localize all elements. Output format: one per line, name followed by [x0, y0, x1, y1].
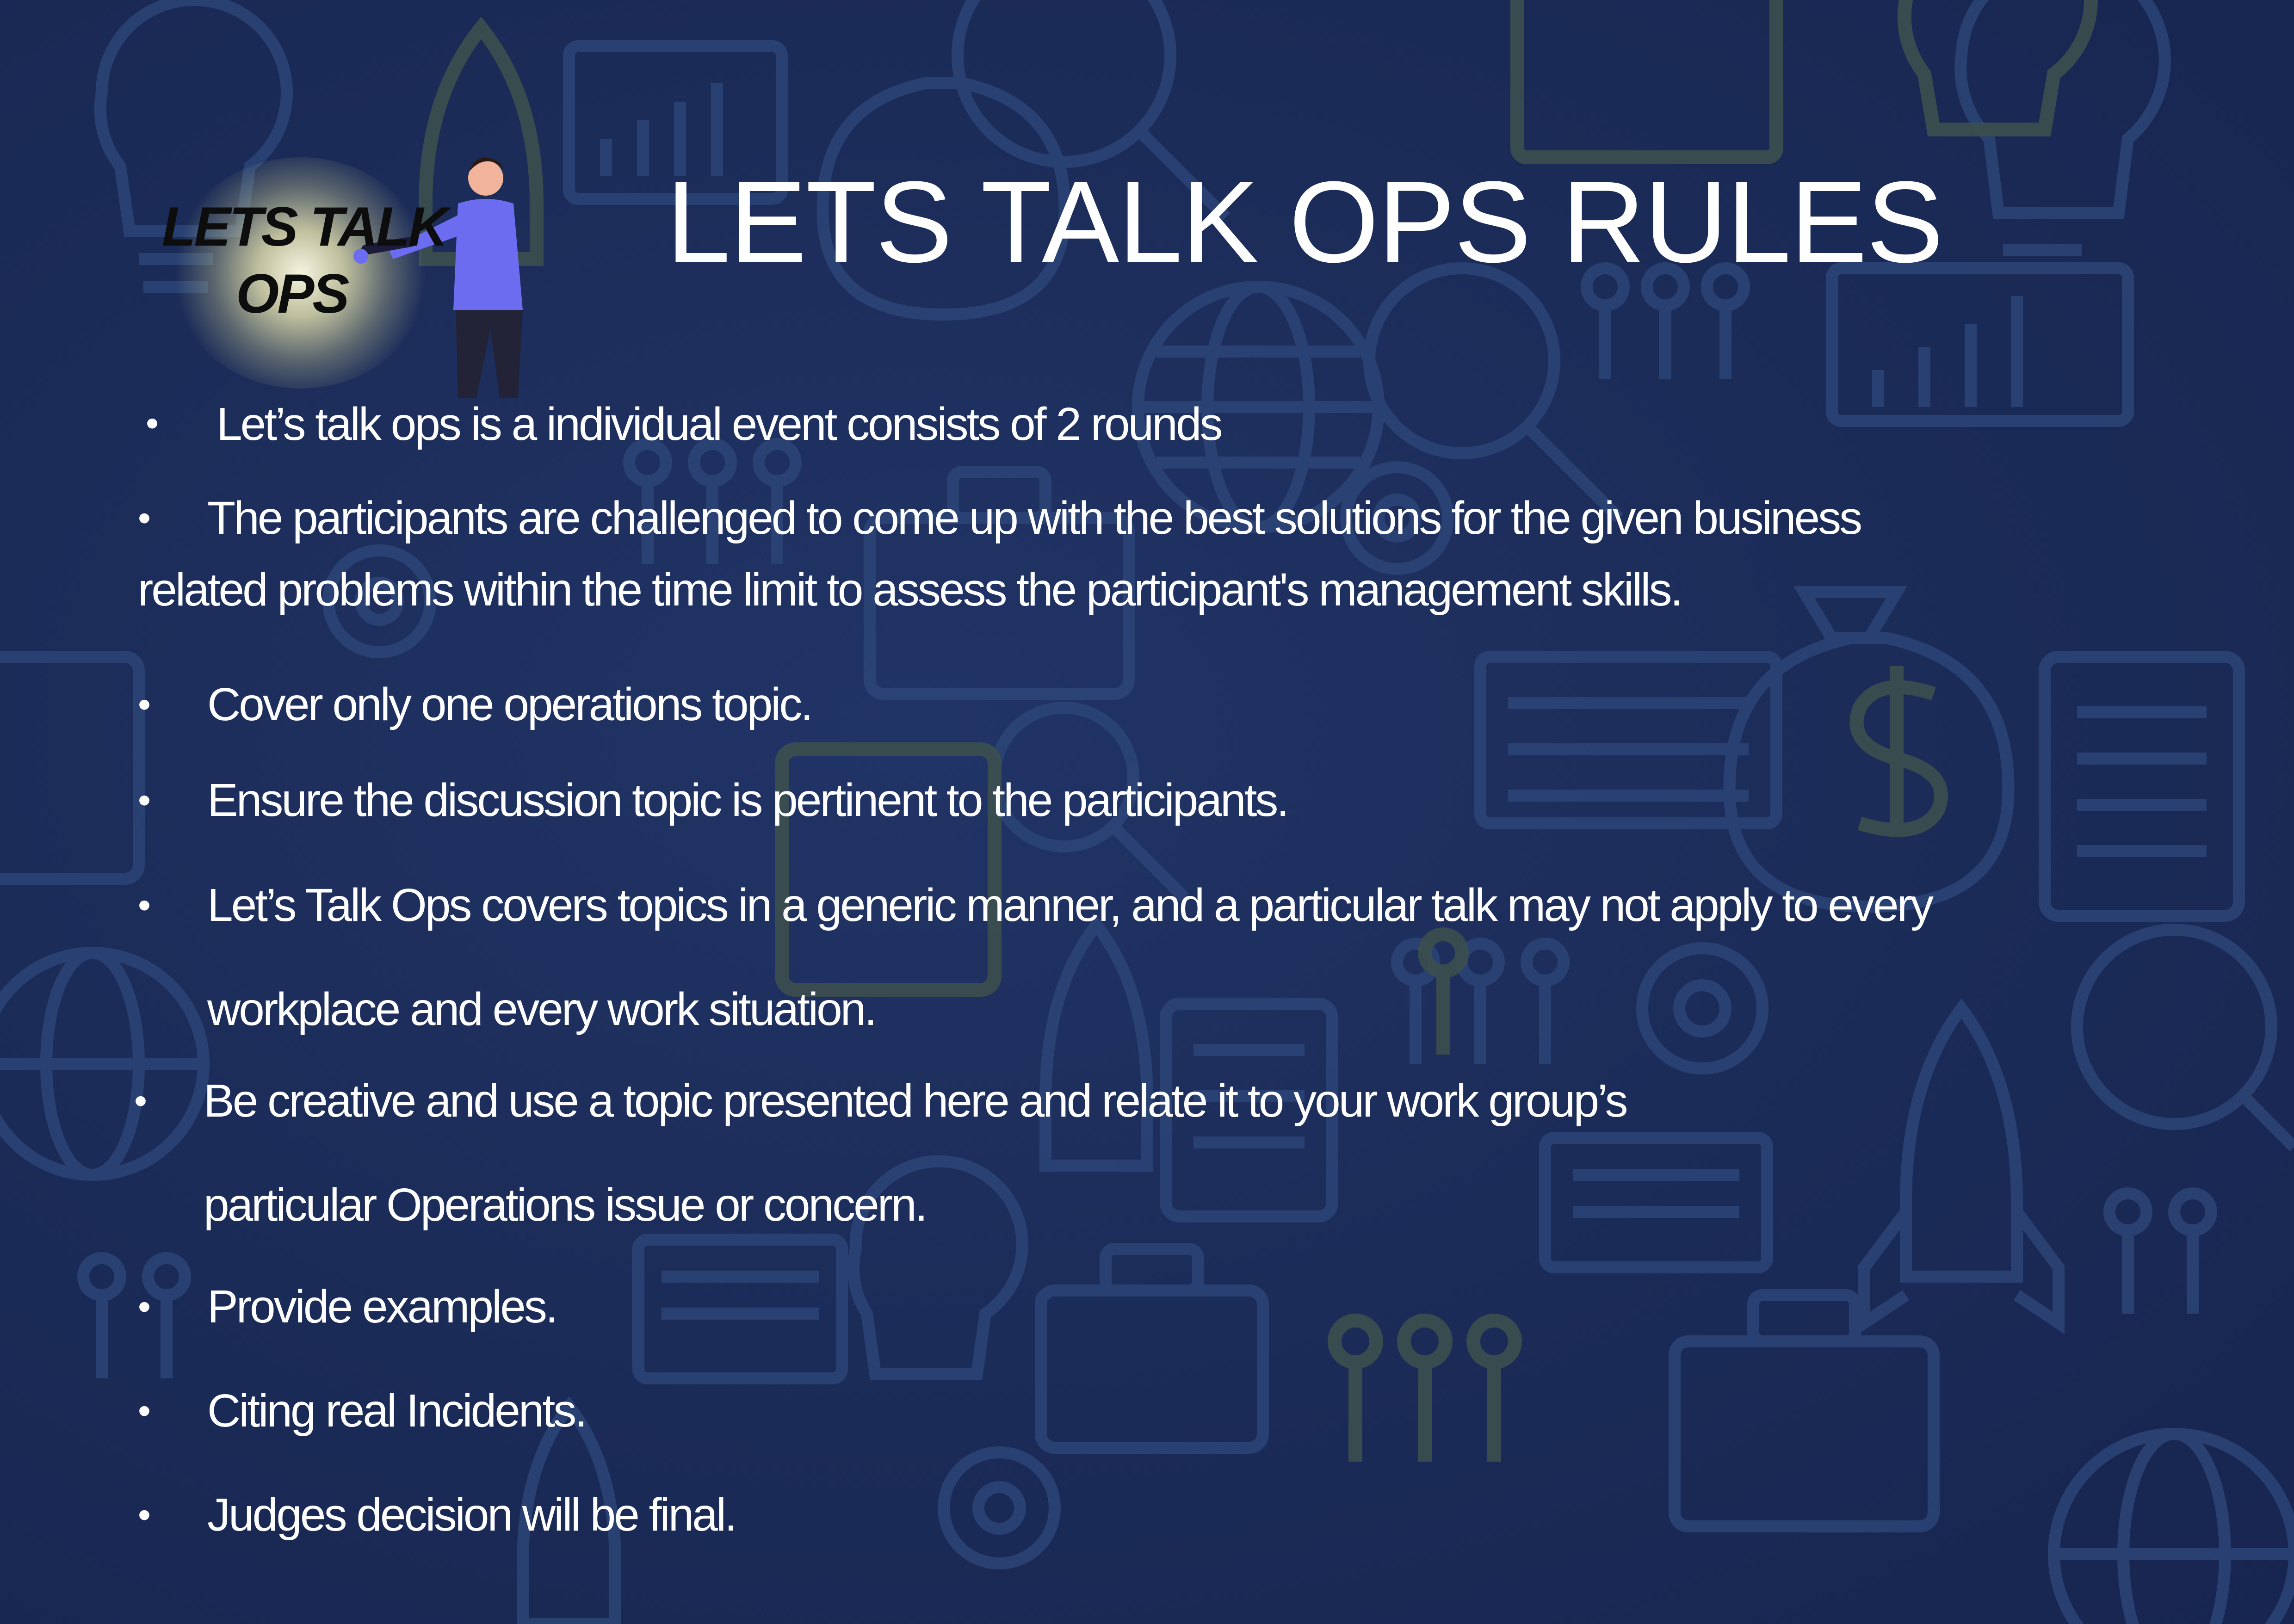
clipboard-icon	[0, 651, 145, 885]
rule-item-judges: Judges decision will be final.	[207, 1489, 737, 1541]
people-group-icon	[1328, 1314, 1522, 1462]
bullet-icon: •	[138, 1494, 151, 1535]
magnifier-icon	[1363, 262, 1624, 523]
rule-item-creative-line2: particular Operations issue or concern.	[204, 1179, 927, 1231]
page-title: LETS TALK OPS RULES	[666, 157, 1943, 286]
globe-icon	[0, 947, 210, 1181]
presenter-figure-icon	[353, 157, 523, 398]
rule-item-pertinent: Ensure the discussion topic is pertinent…	[207, 774, 1289, 826]
chart-board-icon	[1539, 1132, 1773, 1273]
magnifier-icon	[2071, 924, 2294, 1152]
rule-item-creative-line1: Be creative and use a topic presented he…	[204, 1075, 1628, 1127]
logo-text-line1: LETS TALK	[162, 196, 448, 258]
bullet-icon: •	[138, 884, 151, 926]
gear-icon	[1636, 942, 1768, 1074]
people-group-icon	[1418, 927, 1469, 1055]
clipboard-icon	[2039, 651, 2245, 922]
bullet-icon: •	[138, 497, 151, 538]
bullet-icon: •	[138, 684, 151, 725]
briefcase-icon	[1035, 1243, 1269, 1454]
rule-item-participants-line2: related problems within the time limit t…	[138, 564, 1683, 616]
bullet-icon: •	[134, 1080, 148, 1121]
rocket-icon	[1039, 915, 1153, 1172]
slide: LETS TALK OPS LETS TALK OPS RULES • Let’…	[0, 0, 2294, 1624]
dollar-icon	[1849, 666, 1948, 837]
gear-icon	[938, 1446, 1061, 1569]
bullet-icon: •	[138, 779, 151, 821]
rule-item-one-topic: Cover only one operations topic.	[207, 679, 813, 730]
rule-item-incidents: Citing real Incidents.	[207, 1385, 587, 1437]
rule-item-examples: Provide examples.	[207, 1281, 558, 1333]
event-logo: LETS TALK OPS	[116, 139, 550, 398]
rule-item-generic-line2: workplace and every work situation.	[207, 983, 877, 1035]
people-group-icon	[2103, 1187, 2217, 1314]
people-group-icon	[77, 1252, 191, 1378]
rocket-icon	[1858, 998, 2065, 1334]
lightbulb-icon	[1897, 0, 2098, 136]
chart-board-icon	[632, 1234, 848, 1384]
bullet-icon: •	[146, 402, 159, 444]
bullet-icon: •	[138, 1390, 151, 1431]
logo-text-line2: OPS	[236, 263, 349, 325]
globe-icon	[2048, 1428, 2294, 1624]
rule-item-rounds: Let’s talk ops is a individual event con…	[216, 398, 1223, 450]
bullet-icon: •	[138, 1286, 151, 1327]
rule-item-generic-line1: Let’s Talk Ops covers topics in a generi…	[207, 879, 1934, 931]
chart-board-icon	[1826, 262, 2134, 427]
board-icon	[1510, 0, 1783, 164]
briefcase-icon	[1669, 1289, 1940, 1532]
rule-item-participants-line1: The participants are challenged to come …	[207, 492, 1862, 544]
